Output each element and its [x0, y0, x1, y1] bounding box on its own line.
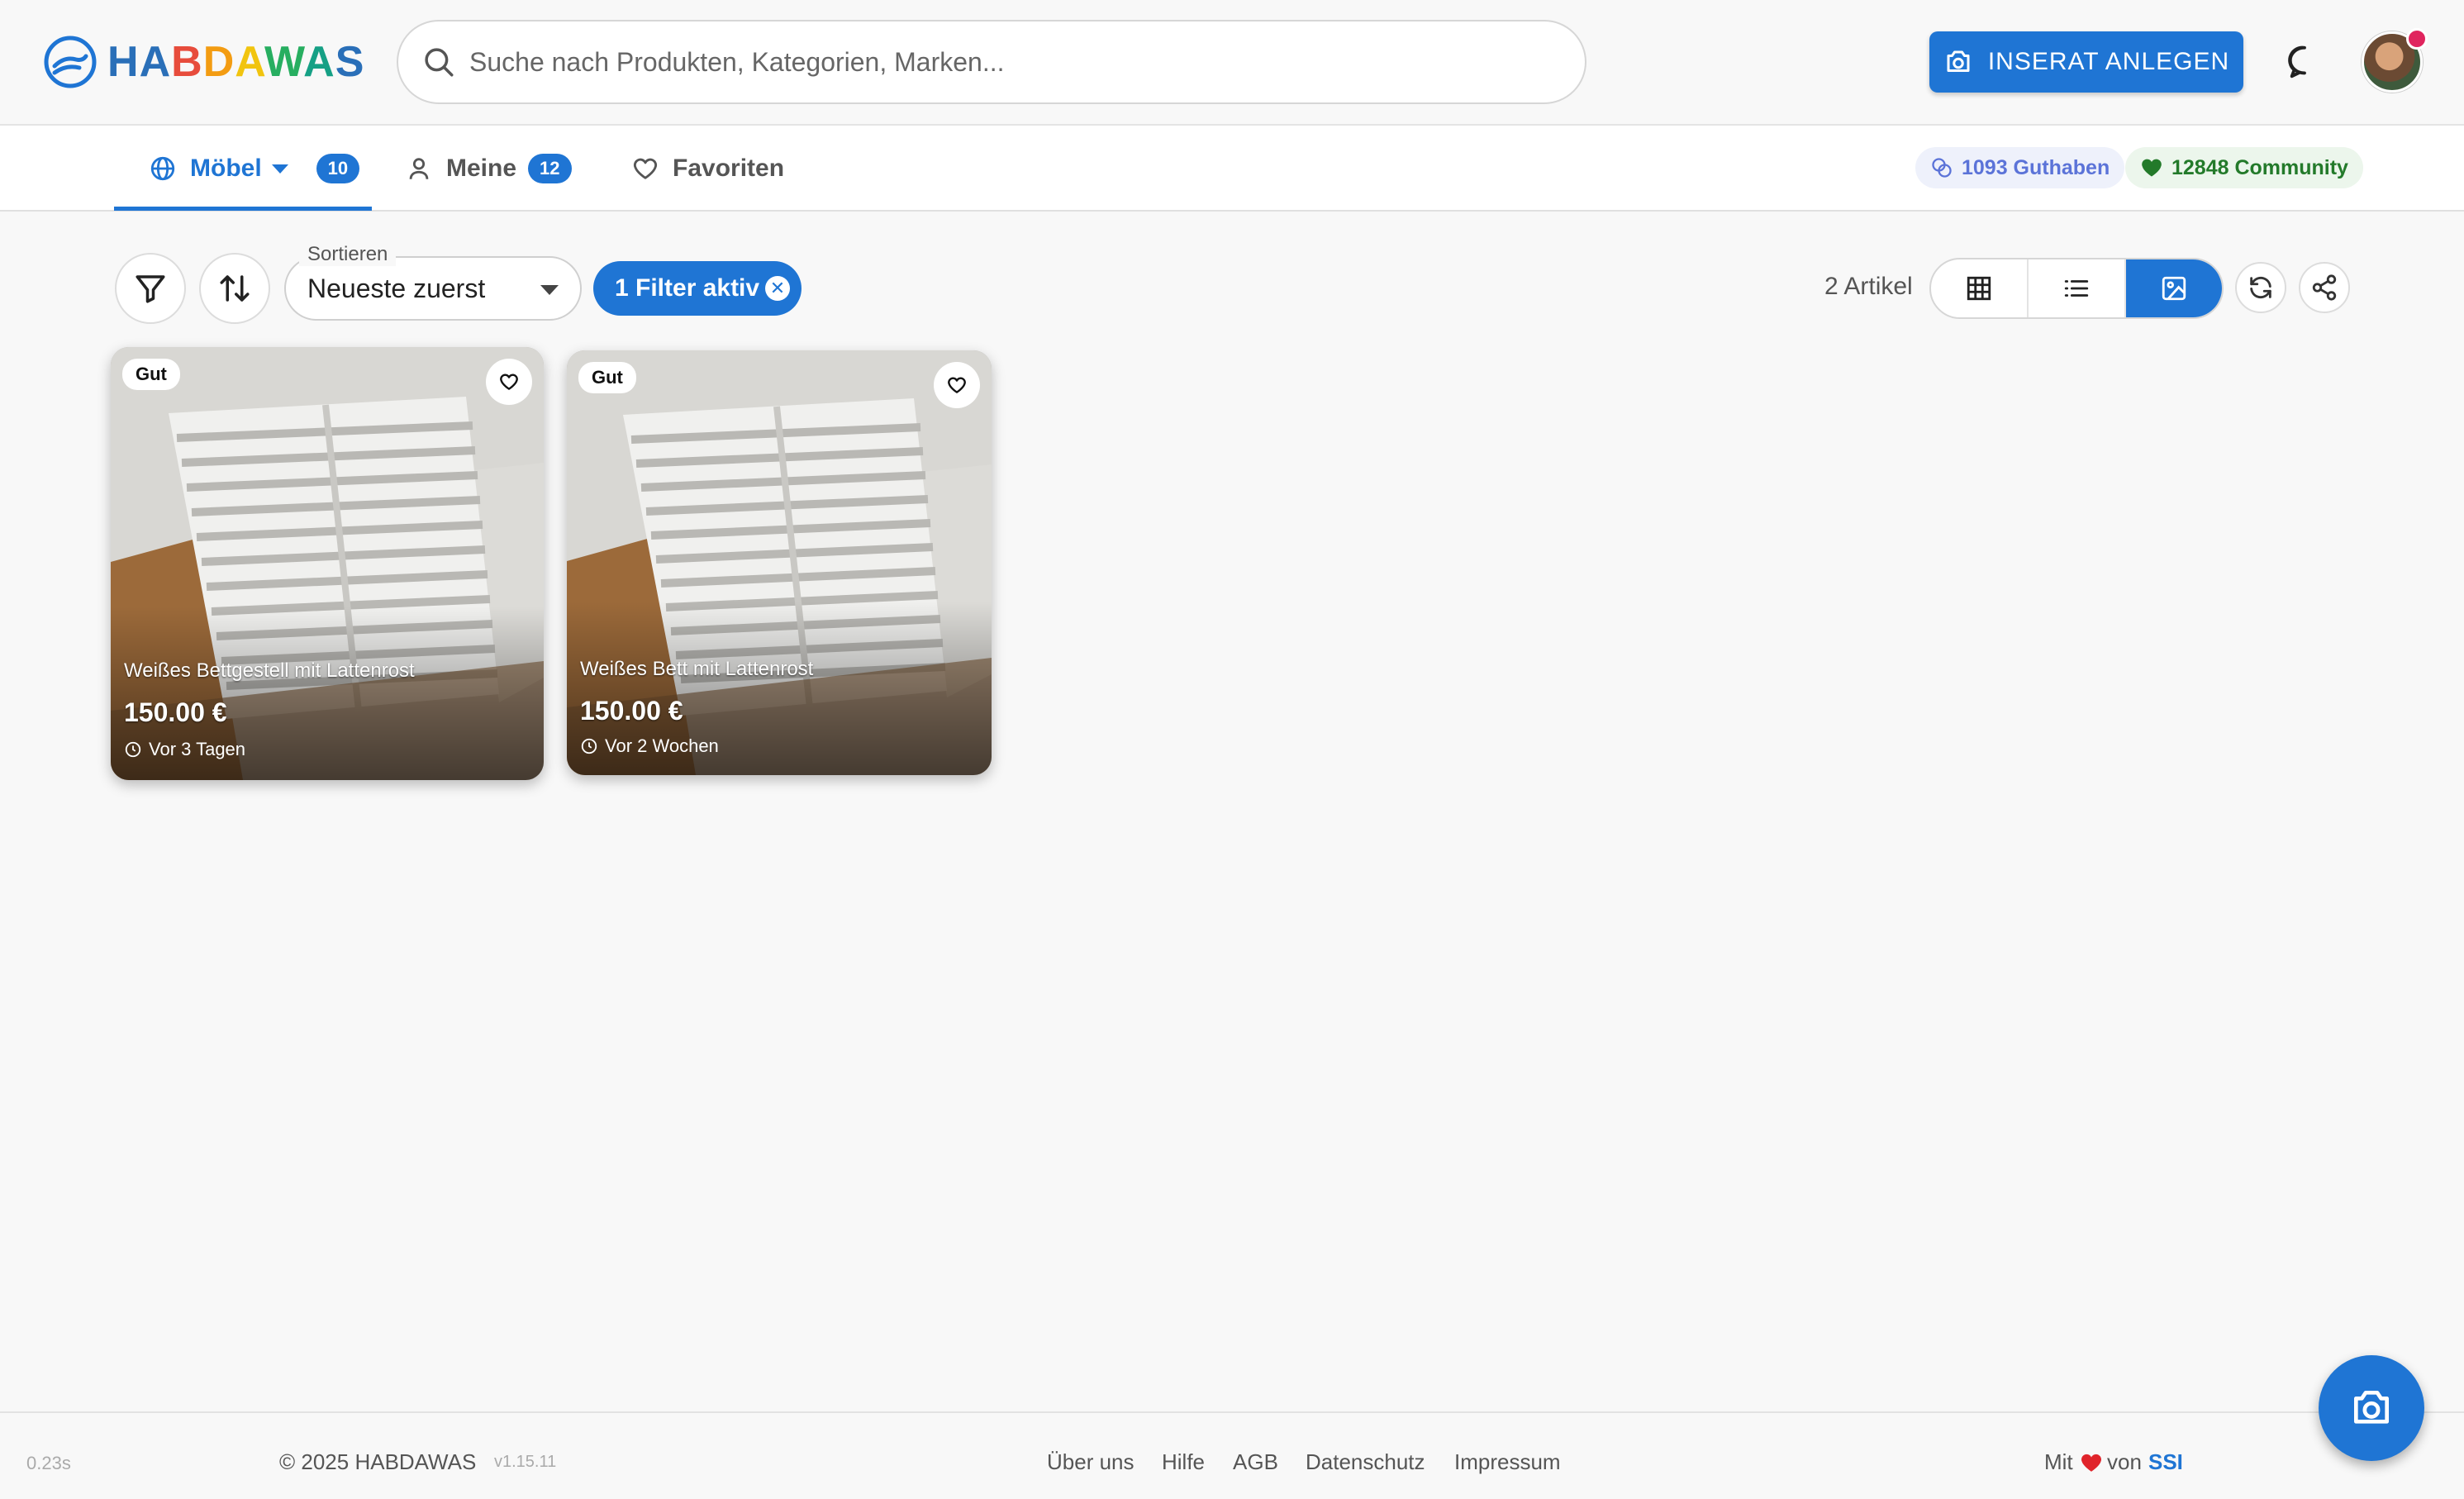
grid-view-button[interactable]	[1931, 259, 2029, 317]
list-icon	[2064, 280, 2089, 297]
coins-icon	[1932, 158, 1952, 178]
sort-direction-button[interactable]	[199, 253, 270, 324]
favorite-button[interactable]	[486, 359, 532, 405]
made-with-suffix: von	[2107, 1449, 2142, 1474]
sort-label: Sortieren	[299, 243, 397, 266]
refresh-icon	[2250, 276, 2271, 299]
footer-link-terms[interactable]: AGB	[1233, 1449, 1278, 1475]
tab-meine[interactable]: Meine 12	[405, 126, 572, 212]
camera-icon	[2354, 1391, 2389, 1424]
footer-link-about[interactable]: Über uns	[1047, 1449, 1134, 1475]
listing-title: Weißes Bett mit Lattenrost	[580, 658, 814, 680]
filter-icon	[136, 275, 165, 303]
footer-link-imprint[interactable]: Impressum	[1454, 1449, 1561, 1475]
guthaben-text: 1093 Guthaben	[1962, 155, 2110, 179]
share-icon	[2312, 274, 2337, 301]
tab-moebel[interactable]: Möbel 10	[149, 126, 360, 212]
tab-meine-label: Meine	[446, 155, 517, 182]
heart-outline-icon	[633, 158, 658, 179]
search-input[interactable]	[469, 46, 1544, 78]
guthaben-badge[interactable]: 1093 Guthaben	[1915, 147, 2125, 188]
clock-icon	[125, 741, 141, 758]
filter-button[interactable]	[115, 253, 186, 324]
favorite-button[interactable]	[934, 362, 980, 408]
listing-card[interactable]: Gut Weißes Bettgestell mit Lattenrost 15…	[111, 347, 544, 780]
chevron-down-icon	[271, 164, 288, 174]
tab-favoriten[interactable]: Favoriten	[631, 126, 784, 212]
chat-icon[interactable]	[2286, 43, 2324, 81]
load-time: 0.23s	[26, 1453, 71, 1473]
community-badge[interactable]: 12848 Community	[2125, 147, 2363, 188]
top-header: HABDAWAS INSERAT ANLEGEN	[0, 0, 2464, 126]
search-bar[interactable]	[397, 20, 1586, 104]
sort-value: Neueste zuerst	[307, 273, 486, 303]
list-view-button[interactable]	[2029, 259, 2126, 317]
community-text: 12848 Community	[2171, 155, 2348, 179]
listing-price: 150.00 €	[580, 696, 683, 726]
create-listing-label: INSERAT ANLEGEN	[1987, 48, 2230, 75]
refresh-button[interactable]	[2235, 262, 2286, 313]
notification-badge	[2406, 28, 2428, 50]
heart-outline-icon	[948, 377, 966, 393]
footer: 0.23s © 2025 HABDAWAS v1.15.11 Über uns …	[0, 1411, 2464, 1499]
globe-icon	[150, 156, 175, 181]
listing-time: Vor 2 Wochen	[580, 735, 719, 757]
view-mode-toggle	[1929, 258, 2224, 319]
clock-icon	[581, 738, 597, 754]
article-count: 2 Artikel	[1824, 273, 1913, 300]
create-listing-button[interactable]: INSERAT ANLEGEN	[1929, 31, 2243, 93]
logo-icon	[44, 36, 97, 88]
grid-icon	[1967, 276, 1991, 301]
heart-icon	[2081, 1454, 2101, 1472]
camera-fab[interactable]	[2319, 1355, 2424, 1461]
condition-badge: Gut	[578, 362, 636, 393]
made-by-link[interactable]: SSI	[2148, 1449, 2183, 1475]
footer-link-privacy[interactable]: Datenschutz	[1306, 1449, 1425, 1475]
sort-arrows-icon	[220, 275, 250, 302]
chevron-down-icon	[540, 285, 559, 295]
image-view-button[interactable]	[2126, 259, 2222, 317]
listing-time-text: Vor 3 Tagen	[149, 739, 246, 759]
logo-text: HABDAWAS	[107, 38, 365, 86]
image-icon	[2162, 276, 2186, 301]
camera-icon	[1947, 50, 1970, 72]
condition-badge: Gut	[122, 359, 180, 390]
tab-meine-count: 12	[528, 154, 572, 183]
active-filter-chip[interactable]: 1 Filter aktiv ✕	[593, 261, 802, 316]
active-filter-label: 1 Filter aktiv	[615, 274, 760, 302]
listing-card[interactable]: Gut Weißes Bett mit Lattenrost 150.00 € …	[567, 350, 992, 775]
user-icon	[409, 158, 429, 179]
tab-moebel-count: 10	[316, 154, 360, 183]
version: v1.15.11	[494, 1453, 557, 1471]
listing-time: Vor 3 Tagen	[124, 739, 245, 760]
active-tab-indicator	[114, 207, 372, 211]
listing-time-text: Vor 2 Wochen	[605, 735, 719, 756]
listing-price: 150.00 €	[124, 697, 227, 727]
tab-favoriten-label: Favoriten	[673, 155, 785, 182]
share-button[interactable]	[2299, 262, 2350, 313]
tab-moebel-label: Möbel	[190, 155, 262, 182]
copyright: © 2025 HABDAWAS	[279, 1449, 477, 1474]
heart-icon	[2142, 159, 2162, 177]
logo[interactable]: HABDAWAS	[43, 33, 364, 91]
search-icon	[425, 48, 454, 77]
clear-filter-icon[interactable]: ✕	[765, 276, 790, 301]
listing-title: Weißes Bettgestell mit Lattenrost	[124, 659, 415, 682]
made-with-prefix: Mit	[2044, 1449, 2073, 1474]
footer-link-help[interactable]: Hilfe	[1162, 1449, 1205, 1475]
heart-outline-icon	[500, 374, 518, 390]
